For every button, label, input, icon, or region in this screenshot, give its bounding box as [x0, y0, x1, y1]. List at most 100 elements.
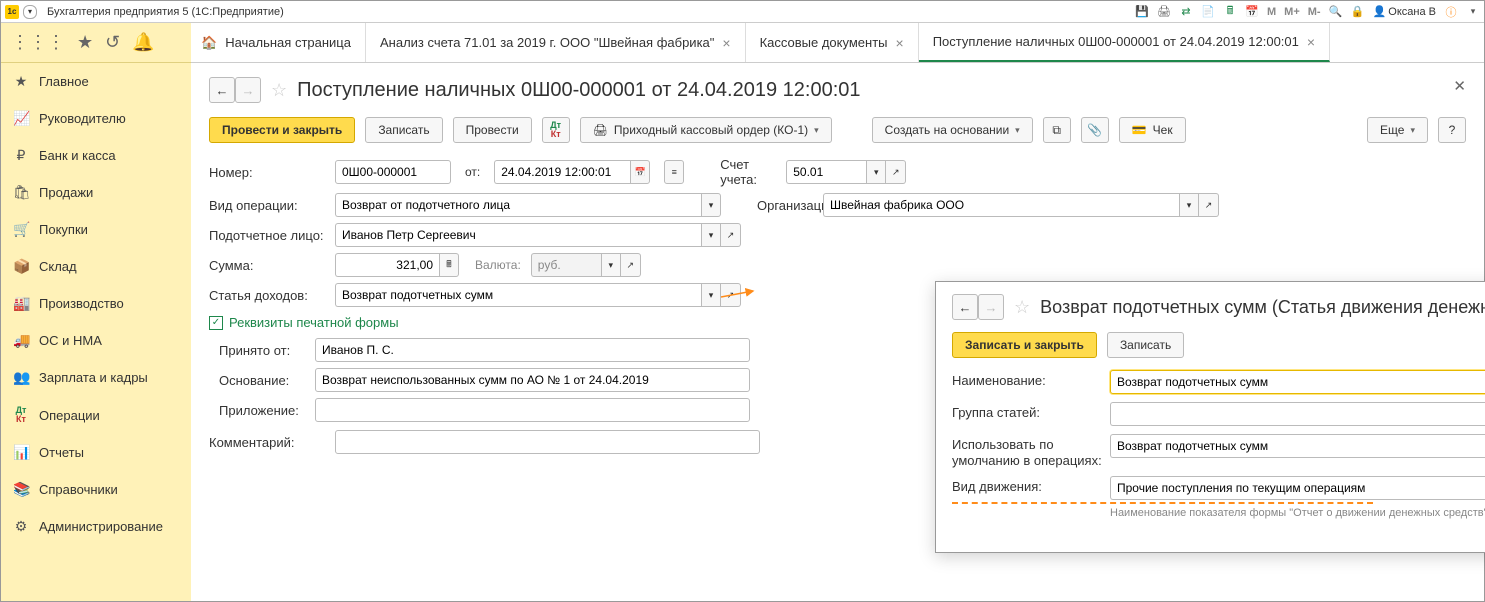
sidebar-item-9[interactable]: ДтКтОперации [1, 396, 191, 434]
sidebar-item-10[interactable]: 📊Отчеты [1, 434, 191, 471]
popup-save-button[interactable]: Записать [1107, 332, 1184, 358]
notifications-icon[interactable]: 🔔 [132, 32, 154, 53]
create-based-button[interactable]: Создать на основании ▾ [872, 117, 1033, 143]
list-button[interactable]: ≡ [664, 160, 684, 184]
preview-icon[interactable]: 📄 [1201, 5, 1215, 19]
account-input[interactable] [786, 160, 866, 184]
structure-button[interactable]: ⧉ [1043, 117, 1071, 143]
chevron-down-icon[interactable]: ▾ [1466, 5, 1480, 19]
sidebar-item-12[interactable]: ⚙Администрирование [1, 508, 191, 545]
income-open-button[interactable]: ↗ [721, 283, 741, 307]
income-input[interactable] [335, 283, 701, 307]
sidebar-item-label: Покупки [39, 222, 88, 237]
popup-favorite-star-icon[interactable]: ☆ [1014, 297, 1030, 318]
optype-dropdown-button[interactable]: ▾ [701, 193, 721, 217]
tab-1[interactable]: Анализ счета 71.01 за 2019 г. ООО "Швейн… [366, 23, 746, 62]
sidebar-item-2[interactable]: ₽Банк и касса [1, 137, 191, 174]
close-icon[interactable]: ✕ [1453, 77, 1466, 95]
popup-group-input[interactable] [1110, 402, 1485, 426]
org-input[interactable] [823, 193, 1179, 217]
save-button[interactable]: Записать [365, 117, 442, 143]
org-dropdown-button[interactable]: ▾ [1179, 193, 1199, 217]
sidebar-item-label: ОС и НМА [39, 333, 102, 348]
user-button[interactable]: 👤 Оксана В [1373, 5, 1436, 18]
popup-default-input[interactable] [1110, 434, 1485, 458]
org-open-button[interactable]: ↗ [1199, 193, 1219, 217]
help-button[interactable]: ? [1438, 117, 1466, 143]
sidebar-item-5[interactable]: 📦Склад [1, 248, 191, 285]
account-open-button[interactable]: ↗ [886, 160, 906, 184]
popup-movetype-input[interactable] [1110, 476, 1485, 500]
tab-close-icon[interactable]: × [896, 35, 904, 51]
comment-input[interactable] [335, 430, 760, 454]
attach-input[interactable] [315, 398, 750, 422]
attach-button[interactable]: 📎 [1081, 117, 1109, 143]
print-icon[interactable]: 🖨 [1157, 5, 1171, 19]
currency-open-button[interactable]: ↗ [621, 253, 641, 277]
calendar-icon[interactable]: 📅 [1245, 5, 1259, 19]
sum-input[interactable] [335, 253, 439, 277]
sidebar-item-3[interactable]: 🛍Продажи [1, 174, 191, 211]
movements-button[interactable]: ДтКт [542, 117, 570, 143]
sidebar-icon: ДтКт [13, 406, 29, 424]
popup-name-input[interactable] [1110, 370, 1485, 394]
sidebar-item-8[interactable]: 👥Зарплата и кадры [1, 359, 191, 396]
memory-mplus[interactable]: М+ [1284, 6, 1300, 18]
popup-default-label: Использовать по умолчанию в операциях: [952, 434, 1102, 468]
sidebar-item-0[interactable]: ★Главное [1, 63, 191, 100]
more-button[interactable]: Еще ▾ [1367, 117, 1428, 143]
from-label: от: [457, 165, 488, 179]
memory-mminus[interactable]: М- [1308, 6, 1321, 18]
currency-dropdown-button[interactable]: ▾ [601, 253, 621, 277]
compare-icon[interactable]: ⇄ [1179, 5, 1193, 19]
nav-forward-button[interactable]: → [235, 77, 261, 103]
lock-icon[interactable]: 🔒 [1351, 5, 1365, 19]
tab-0[interactable]: 🏠Начальная страница [191, 23, 366, 62]
person-label: Подотчетное лицо: [209, 228, 329, 243]
basis-input[interactable] [315, 368, 750, 392]
popup-nav-back-button[interactable]: ← [952, 294, 978, 320]
sidebar-item-7[interactable]: 🚚ОС и НМА [1, 322, 191, 359]
apps-grid-icon[interactable]: ⋮⋮⋮ [11, 32, 65, 53]
number-input[interactable] [335, 160, 451, 184]
favorite-star-icon[interactable]: ☆ [271, 80, 287, 101]
save-icon[interactable]: 💾 [1135, 5, 1149, 19]
comment-label: Комментарий: [209, 435, 329, 450]
print-button[interactable]: 🖨 Приходный кассовый ордер (КО-1) ▾ [580, 117, 832, 143]
history-icon[interactable]: ↺ [105, 32, 120, 53]
tab-2[interactable]: Кассовые документы× [746, 23, 919, 62]
account-dropdown-button[interactable]: ▾ [866, 160, 886, 184]
person-dropdown-button[interactable]: ▾ [701, 223, 721, 247]
check-button[interactable]: 💳 Чек [1119, 117, 1186, 143]
app-menu-dropdown[interactable]: ▾ [23, 5, 37, 19]
received-input[interactable] [315, 338, 750, 362]
popup-save-close-button[interactable]: Записать и закрыть [952, 332, 1097, 358]
calendar-picker-button[interactable]: 📅 [630, 160, 650, 184]
sidebar-item-4[interactable]: 🛒Покупки [1, 211, 191, 248]
tab-label: Анализ счета 71.01 за 2019 г. ООО "Швейн… [380, 35, 714, 50]
date-input[interactable] [494, 160, 630, 184]
income-dropdown-button[interactable]: ▾ [701, 283, 721, 307]
post-and-close-button[interactable]: Провести и закрыть [209, 117, 355, 143]
person-input[interactable] [335, 223, 701, 247]
popup-nav-forward-button[interactable]: → [978, 294, 1004, 320]
tab-3[interactable]: Поступление наличных 0Ш00-000001 от 24.0… [919, 23, 1330, 62]
sidebar-icon: 📈 [13, 110, 29, 127]
info-icon[interactable]: ⓘ [1444, 5, 1458, 19]
memory-m[interactable]: М [1267, 6, 1276, 18]
zoom-icon[interactable]: 🔍 [1329, 5, 1343, 19]
sidebar-item-label: Склад [39, 259, 77, 274]
sidebar-item-6[interactable]: 🏭Производство [1, 285, 191, 322]
optype-input[interactable] [335, 193, 701, 217]
tab-close-icon[interactable]: × [722, 35, 730, 51]
post-button[interactable]: Провести [453, 117, 532, 143]
sidebar-item-1[interactable]: 📈Руководителю [1, 100, 191, 137]
nav-back-button[interactable]: ← [209, 77, 235, 103]
person-open-button[interactable]: ↗ [721, 223, 741, 247]
calculator-icon[interactable]: 🖩 [1223, 5, 1237, 19]
favorites-icon[interactable]: ★ [77, 32, 93, 53]
tab-close-icon[interactable]: × [1307, 34, 1315, 50]
popup-name-label: Наименование: [952, 370, 1102, 389]
sum-calc-button[interactable]: 🖩 [439, 253, 459, 277]
sidebar-item-11[interactable]: 📚Справочники [1, 471, 191, 508]
